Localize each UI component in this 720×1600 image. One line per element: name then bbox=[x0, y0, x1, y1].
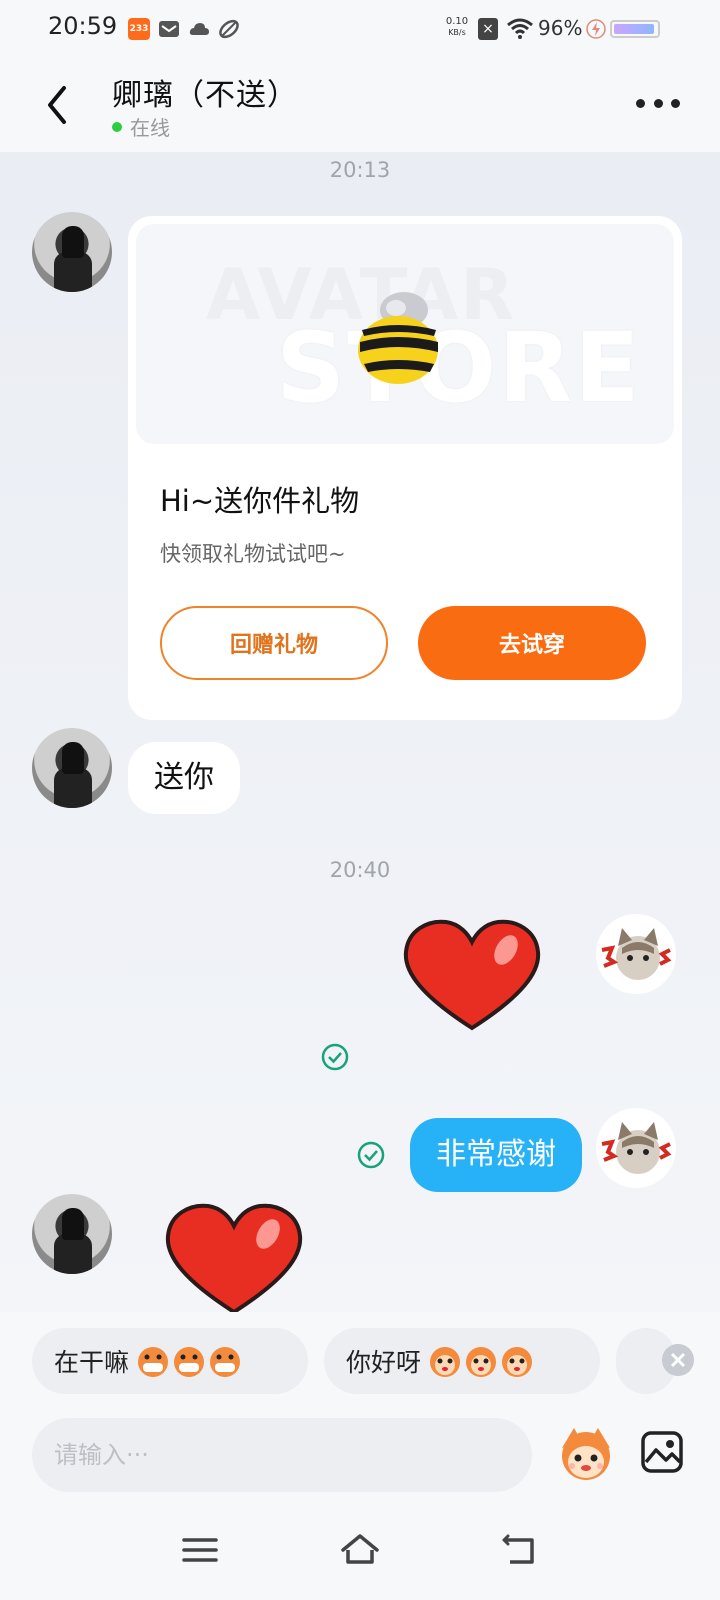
status-time: 20:59 bbox=[48, 12, 118, 40]
gift-banner: AVATAR STORE bbox=[136, 224, 674, 444]
online-status-label: 在线 bbox=[130, 116, 170, 140]
chat-header: 卿璃（不送） 在线 bbox=[0, 56, 720, 152]
input-bar bbox=[0, 1412, 720, 1508]
leaf-icon bbox=[219, 19, 239, 39]
sent-message[interactable]: 非常感谢 bbox=[410, 1118, 582, 1192]
system-nav-bar bbox=[0, 1508, 720, 1600]
image-icon[interactable] bbox=[640, 1430, 684, 1474]
more-options-button[interactable] bbox=[636, 88, 680, 118]
cloud-icon bbox=[189, 23, 209, 35]
message-list[interactable]: 20:13 AVATAR STORE Hi~送你件礼物 快领取礼物试试吧~ 回赠… bbox=[0, 152, 720, 1312]
online-dot-icon bbox=[112, 121, 122, 132]
message-input[interactable] bbox=[32, 1418, 532, 1492]
quick-reply-label: 在干嘛 bbox=[54, 1348, 130, 1377]
contact-avatar[interactable] bbox=[32, 1194, 112, 1274]
bee-costume-icon bbox=[358, 292, 438, 384]
grin-emoji-icon bbox=[138, 1347, 241, 1377]
status-bar: 20:59 233 0.10 KB/s × 96% bbox=[0, 0, 720, 56]
received-message[interactable]: 送你 bbox=[128, 742, 240, 814]
gift-card-title: Hi~送你件礼物 bbox=[160, 484, 360, 518]
no-sim-icon: × bbox=[478, 18, 498, 40]
contact-avatar[interactable] bbox=[32, 212, 112, 292]
menu-icon[interactable] bbox=[180, 1530, 220, 1570]
dot-icon bbox=[671, 98, 680, 108]
back-arrow-icon[interactable] bbox=[38, 80, 78, 130]
my-avatar[interactable] bbox=[596, 1108, 676, 1188]
charging-icon bbox=[586, 19, 606, 39]
dot-icon bbox=[653, 98, 663, 108]
quick-reply-chip[interactable]: 在干嘛 bbox=[32, 1328, 308, 1394]
try-on-button[interactable]: 去试穿 bbox=[418, 606, 646, 680]
wave-emoji-icon bbox=[430, 1347, 533, 1377]
timestamp: 20:13 bbox=[329, 158, 391, 182]
cat-avatar-icon bbox=[601, 1122, 672, 1174]
quick-reply-chip[interactable]: 你好呀 bbox=[324, 1328, 600, 1394]
timestamp: 20:40 bbox=[329, 858, 391, 882]
battery-percent: 96% bbox=[538, 16, 583, 40]
dot-icon bbox=[636, 98, 645, 108]
heart-sticker[interactable] bbox=[402, 916, 542, 1036]
gift-card-subtitle: 快领取礼物试试吧~ bbox=[160, 542, 346, 566]
online-status: 在线 bbox=[112, 112, 170, 141]
wifi-icon bbox=[507, 18, 533, 39]
quick-reply-label: 你好呀 bbox=[346, 1348, 422, 1377]
network-speed: 0.10 KB/s bbox=[445, 16, 469, 37]
contact-avatar[interactable] bbox=[32, 728, 112, 808]
my-avatar[interactable] bbox=[596, 914, 676, 994]
cat-avatar-icon bbox=[601, 928, 672, 980]
back-icon[interactable] bbox=[500, 1530, 540, 1570]
home-icon[interactable] bbox=[340, 1530, 380, 1570]
gift-card[interactable]: AVATAR STORE Hi~送你件礼物 快领取礼物试试吧~ 回赠礼物 去试穿 bbox=[128, 216, 682, 720]
mail-icon bbox=[159, 21, 179, 37]
battery-icon bbox=[610, 20, 660, 38]
quick-replies-bar: 在干嘛 你好呀 bbox=[0, 1312, 720, 1412]
game-233-icon: 233 bbox=[128, 18, 150, 40]
contact-name: 卿璃（不送） bbox=[112, 78, 298, 113]
heart-sticker[interactable] bbox=[164, 1200, 304, 1312]
read-check-icon bbox=[357, 1141, 385, 1169]
emoji-sticker-icon[interactable] bbox=[554, 1420, 618, 1484]
read-check-icon bbox=[321, 1043, 349, 1071]
close-quick-replies-icon[interactable] bbox=[662, 1344, 694, 1376]
return-gift-button[interactable]: 回赠礼物 bbox=[160, 606, 388, 680]
